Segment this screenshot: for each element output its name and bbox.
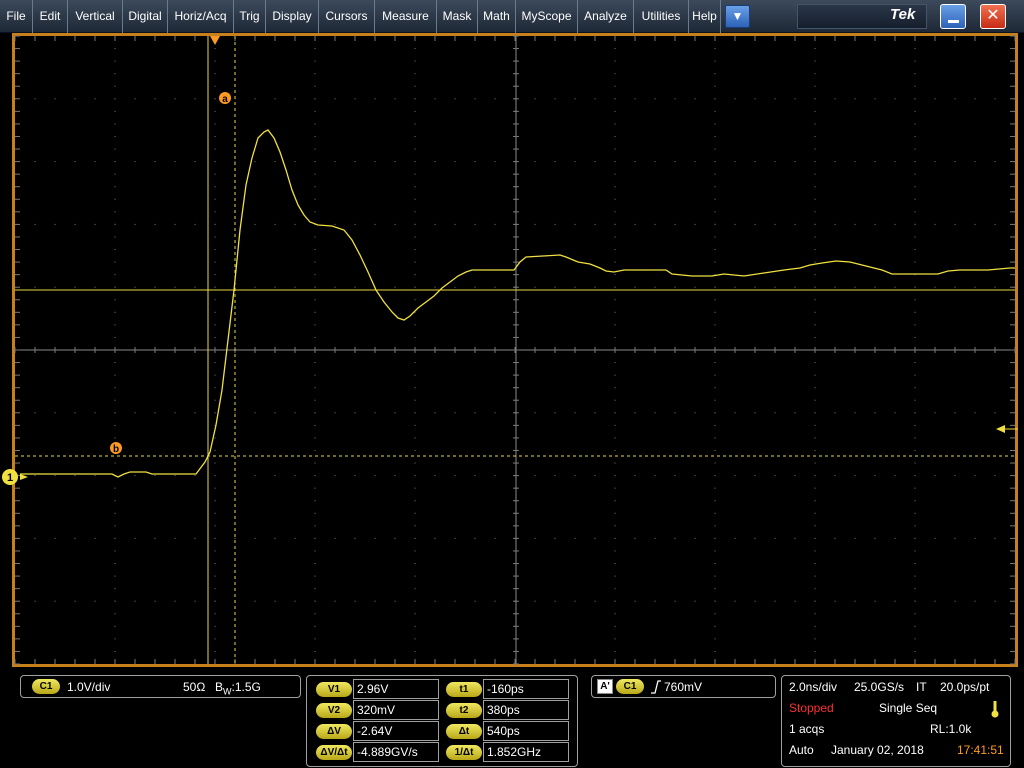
- date: January 02, 2018: [831, 743, 924, 757]
- cursor-readout[interactable]: V1 2.96V V2 320mV ΔV -2.64V ΔV/Δt -4.889…: [306, 675, 578, 767]
- delta-v-value: -2.64V: [353, 721, 439, 741]
- record-length: RL:1.0k: [930, 722, 972, 736]
- trigger-level: 760mV: [664, 680, 703, 694]
- trigger-mode: Auto: [789, 743, 814, 757]
- bandwidth-prefix: B: [215, 680, 224, 694]
- v1-value: 2.96V: [353, 679, 439, 699]
- acquisition-mode: IT: [916, 680, 927, 694]
- delta-t-label: Δt: [446, 724, 482, 739]
- trigger-source-badge: C1: [616, 679, 644, 694]
- bandwidth-value: :1.5G: [231, 680, 261, 694]
- vertical-scale: 1.0V/div: [67, 680, 111, 694]
- trigger-settings[interactable]: A' C1 760mV: [591, 675, 776, 698]
- cursor-a-label: a: [222, 94, 228, 105]
- dv-dt-value: -4.889GV/s: [353, 742, 439, 762]
- time: 17:41:51: [957, 743, 1004, 757]
- trigger-type-badge: A': [597, 679, 613, 694]
- v1-label: V1: [316, 682, 352, 697]
- channel-1-label: 1: [7, 472, 13, 484]
- v2-value: 320mV: [353, 700, 439, 720]
- bandwidth-sub: W: [223, 686, 232, 697]
- time-per-point: 20.0ps/pt: [940, 680, 990, 694]
- input-impedance: 50Ω: [183, 680, 206, 694]
- graticule: a b 1: [2, 35, 1018, 665]
- timebase-scale: 2.0ns/div: [789, 680, 838, 694]
- acquisition-count: 1 acqs: [789, 722, 825, 736]
- inv-delta-t-value: 1.852GHz: [483, 742, 569, 762]
- rising-edge-icon: [651, 680, 661, 694]
- status-panel: C1 1.0V/div 50Ω BW:1.5G V1 2.96V V2 320m…: [0, 667, 1024, 768]
- inv-delta-t-label: 1/Δt: [446, 745, 482, 760]
- trigger-level-marker[interactable]: [996, 425, 1005, 433]
- delta-t-value: 540ps: [483, 721, 569, 741]
- run-mode: Single Seq: [879, 701, 938, 715]
- dv-dt-label: ΔV/Δt: [316, 745, 352, 760]
- run-state: Stopped: [789, 701, 834, 715]
- t1-value: -160ps: [483, 679, 569, 699]
- channel-1-arrow: [20, 474, 28, 480]
- channel-1-settings[interactable]: C1 1.0V/div 50Ω BW:1.5G: [20, 675, 301, 698]
- cursor-b-label: b: [113, 444, 119, 455]
- thermometer-icon: [991, 701, 999, 718]
- t2-value: 380ps: [483, 700, 569, 720]
- t1-label: t1: [446, 682, 482, 697]
- sample-rate: 25.0GS/s: [854, 680, 905, 694]
- v2-label: V2: [316, 703, 352, 718]
- delta-v-label: ΔV: [316, 724, 352, 739]
- acquisition-settings[interactable]: 2.0ns/div 25.0GS/s IT 20.0ps/pt Stopped …: [781, 675, 1011, 767]
- trigger-position-marker[interactable]: [210, 36, 220, 45]
- t2-label: t2: [446, 703, 482, 718]
- bandwidth-limit: BW:1.5G: [215, 680, 261, 696]
- oscilloscope-window: File Edit Vertical Digital Horiz/Acq Tri…: [0, 0, 1024, 768]
- channel-1-badge: C1: [32, 679, 60, 694]
